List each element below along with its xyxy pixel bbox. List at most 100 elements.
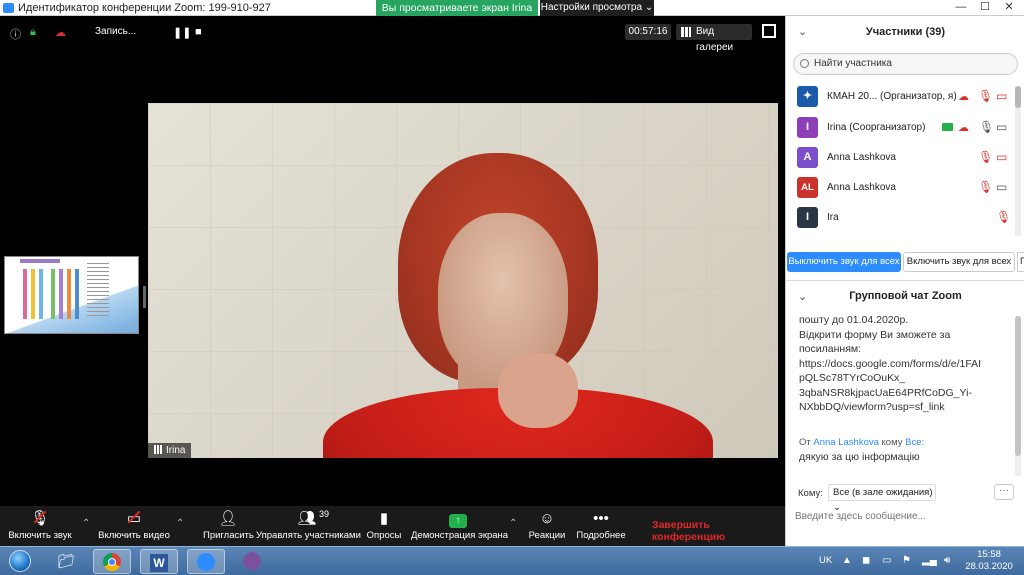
mic-icon[interactable]: 🎙︎ xyxy=(979,120,994,134)
video-options-caret[interactable]: ⌃ xyxy=(176,518,184,529)
network-icon[interactable]: ▂▄ xyxy=(922,555,937,566)
participant-name: Anna Lashkova xyxy=(827,182,896,193)
window-title: Идентификатор конференции Zoom: 199-910-… xyxy=(18,2,271,14)
participant-name: КМАН 20... (Организатор, я) xyxy=(827,91,957,102)
chat-message: пошту до 01.04.2020р. Відкрити форму Ви … xyxy=(799,314,982,413)
video-off-icon[interactable]: ▭ xyxy=(996,150,1007,164)
recipient-select[interactable]: Все (в зале ожидания) ⌄ xyxy=(828,484,936,513)
view-options-button[interactable]: Настройки просмотра ⌄ xyxy=(540,0,654,16)
participant-row[interactable]: I Irina (Соорганизатор) ☁︎ 🎙︎ ▭ xyxy=(786,113,1016,143)
pause-recording-icon[interactable]: ❚❚ xyxy=(173,26,191,39)
active-speaker-video: Irina xyxy=(148,103,778,458)
maximize-button[interactable]: ☐ xyxy=(974,0,996,15)
time: 15:58 xyxy=(977,549,1001,560)
windows-taskbar: 📁︎ W UK ▲ ◼ ▭ ⚑ ▂▄ 🔊︎ 15:58 28.03.2020 xyxy=(0,546,1024,575)
cloud-record-icon: ☁︎ xyxy=(958,122,969,134)
view-options-label: Настройки просмотра xyxy=(540,2,643,13)
more-button[interactable]: ••• Подробнее xyxy=(575,510,627,544)
video-off-icon: ▭ xyxy=(126,510,142,527)
flag-icon[interactable]: ⚑ xyxy=(902,555,911,566)
battery-icon[interactable]: ▭ xyxy=(882,555,891,566)
ellipsis-icon: ••• xyxy=(593,510,609,527)
share-options-caret[interactable]: ⌃ xyxy=(509,518,517,529)
zoom-app-icon[interactable] xyxy=(187,549,225,574)
add-user-icon: 👤︎ xyxy=(218,510,238,527)
recipient-label: Кому: xyxy=(798,488,823,499)
clock[interactable]: 15:58 28.03.2020 xyxy=(964,549,1014,573)
video-icon[interactable]: ▭ xyxy=(996,180,1007,194)
share-screen-icon: ↑ xyxy=(449,514,467,528)
shared-screen-thumbnail[interactable] xyxy=(4,256,139,334)
windows-logo-icon xyxy=(9,550,31,572)
audio-options-caret[interactable]: ⌃ xyxy=(82,518,90,529)
smiley-icon: ☺ xyxy=(539,510,555,527)
avatar: I xyxy=(797,207,818,228)
chat-message-input[interactable] xyxy=(795,506,1017,526)
fullscreen-icon[interactable] xyxy=(762,24,776,38)
close-button[interactable]: ✕ xyxy=(998,0,1020,15)
participants-more-button[interactable]: П xyxy=(1017,252,1024,272)
chat-more-button[interactable]: ··· xyxy=(994,484,1014,500)
divider xyxy=(786,280,1024,281)
mute-all-button[interactable]: Выключить звук для всех xyxy=(787,252,901,272)
chat-sender[interactable]: Anna Lashkova xyxy=(813,437,879,448)
avatar: A xyxy=(797,147,818,168)
participant-row[interactable]: I Ira 🎙︎ xyxy=(786,203,1016,233)
polls-button[interactable]: ▮ Опросы xyxy=(364,510,404,544)
participants-icon: 👥︎ xyxy=(297,510,317,527)
title-bar: Идентификатор конференции Zoom: 199-910-… xyxy=(0,0,1024,16)
thumbnail-resize-handle[interactable] xyxy=(143,286,146,308)
participant-search-input[interactable]: Найти участника xyxy=(793,53,1018,75)
chat-sender-line: От Anna Lashkova кому Все: xyxy=(799,437,925,448)
tray-arrow-icon[interactable]: ▲ xyxy=(842,555,852,566)
share-screen-button[interactable]: ↑ Демонстрация экрана xyxy=(411,510,508,544)
share-banner: Вы просматриваете экран Irina xyxy=(376,0,538,16)
zoom-window: Идентификатор конференции Zoom: 199-910-… xyxy=(0,0,1024,575)
start-button[interactable] xyxy=(2,547,38,575)
chat-message: дякую за цю інформацію xyxy=(799,451,920,463)
start-video-button[interactable]: ▭ Включить видео xyxy=(98,510,170,544)
participants-header: Участники (39) xyxy=(865,26,946,38)
speaker-name-tag: Irina xyxy=(148,443,192,458)
participant-name: Ira xyxy=(827,212,839,223)
lock-icon[interactable]: 🔒︎ xyxy=(30,26,36,39)
unmute-button[interactable]: 🎙︎ Включить звук xyxy=(6,510,74,544)
screen-share-icon xyxy=(942,123,953,131)
chat-recipient[interactable]: Все: xyxy=(905,437,924,448)
unmute-all-button[interactable]: Включить звук для всех xyxy=(903,252,1015,272)
video-off-icon[interactable]: ▭ xyxy=(996,89,1007,103)
participant-row[interactable]: ✦ КМАН 20... (Организатор, я) ☁︎ 🎙︎ ▭ xyxy=(786,82,1016,112)
recording-label: Запись... xyxy=(95,26,137,37)
video-icon[interactable]: ▭ xyxy=(996,120,1007,134)
tray-app-icon[interactable]: ◼ xyxy=(862,555,870,566)
participants-count-badge: 39 xyxy=(319,509,330,519)
reactions-button[interactable]: ☺ Реакции xyxy=(527,510,567,544)
participants-scrollbar[interactable] xyxy=(1015,86,1021,236)
chat-header: Групповой чат Zoom xyxy=(849,290,962,302)
manage-participants-button[interactable]: 👥︎ Управлять участниками xyxy=(256,510,361,544)
avatar: I xyxy=(797,117,818,138)
mic-off-icon[interactable]: 🎙︎ xyxy=(978,89,993,103)
meeting-timer: 00:57:16 xyxy=(625,24,671,40)
language-indicator[interactable]: UK xyxy=(819,555,832,566)
gallery-view-button[interactable]: Вид галереи xyxy=(676,24,752,53)
cloud-record-icon[interactable]: ☁︎ xyxy=(55,26,66,39)
volume-icon[interactable]: 🔊︎ xyxy=(944,555,950,566)
participant-row[interactable]: A Anna Lashkova 🎙︎ ▭ xyxy=(786,143,1016,173)
zoom-logo-icon xyxy=(3,3,14,13)
minimize-button[interactable]: — xyxy=(950,0,972,15)
mic-off-icon[interactable]: 🎙︎ xyxy=(996,210,1011,224)
mic-off-icon[interactable]: 🎙︎ xyxy=(978,180,993,194)
chrome-icon[interactable] xyxy=(93,549,131,574)
explorer-icon[interactable]: 📁︎ xyxy=(47,549,85,574)
word-icon[interactable]: W xyxy=(140,549,178,574)
stop-recording-icon[interactable]: ■ xyxy=(195,26,202,38)
info-icon[interactable]: ⓘ xyxy=(10,26,21,42)
mic-off-icon[interactable]: 🎙︎ xyxy=(978,150,993,164)
invite-button[interactable]: 👤︎ Пригласить xyxy=(203,510,254,544)
chat-scrollbar[interactable] xyxy=(1015,316,1021,476)
mic-off-icon: 🎙︎ xyxy=(30,510,50,527)
participant-row[interactable]: AL Anna Lashkova 🎙︎ ▭ xyxy=(786,173,1016,203)
end-meeting-button[interactable]: Завершить конференцию xyxy=(652,519,785,543)
viber-icon[interactable] xyxy=(233,549,271,574)
